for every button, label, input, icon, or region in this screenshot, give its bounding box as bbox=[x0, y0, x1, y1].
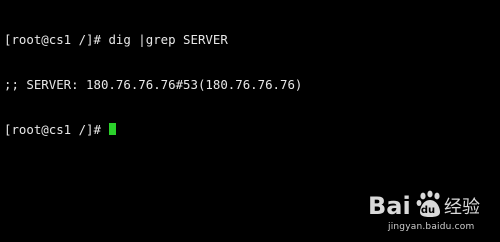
command-text: dig |grep SERVER bbox=[108, 32, 228, 47]
shell-prompt: [root@cs1 /]# bbox=[4, 32, 109, 47]
terminal-line: [root@cs1 /]# bbox=[4, 122, 496, 137]
terminal-output[interactable]: [root@cs1 /]# dig |grep SERVER ;; SERVER… bbox=[4, 2, 496, 167]
terminal-line: [root@cs1 /]# dig |grep SERVER bbox=[4, 32, 496, 47]
terminal-window[interactable]: [root@cs1 /]# dig |grep SERVER ;; SERVER… bbox=[0, 0, 500, 242]
output-text: ;; SERVER: 180.76.76.76#53(180.76.76.76) bbox=[4, 77, 303, 92]
baidu-logo: Bai du 经验 bbox=[368, 190, 480, 220]
terminal-line: ;; SERVER: 180.76.76.76#53(180.76.76.76) bbox=[4, 77, 496, 92]
logo-text-bai: Bai bbox=[368, 192, 411, 220]
svg-text:du: du bbox=[421, 205, 435, 216]
watermark-url: jingyan.baidu.com bbox=[388, 222, 475, 232]
terminal-cursor bbox=[109, 123, 117, 135]
logo-text-jingyan: 经验 bbox=[444, 197, 480, 218]
shell-prompt: [root@cs1 /]# bbox=[4, 122, 109, 137]
baidu-jingyan-watermark: Bai du 经验 jingyan.baidu.com bbox=[368, 186, 492, 236]
